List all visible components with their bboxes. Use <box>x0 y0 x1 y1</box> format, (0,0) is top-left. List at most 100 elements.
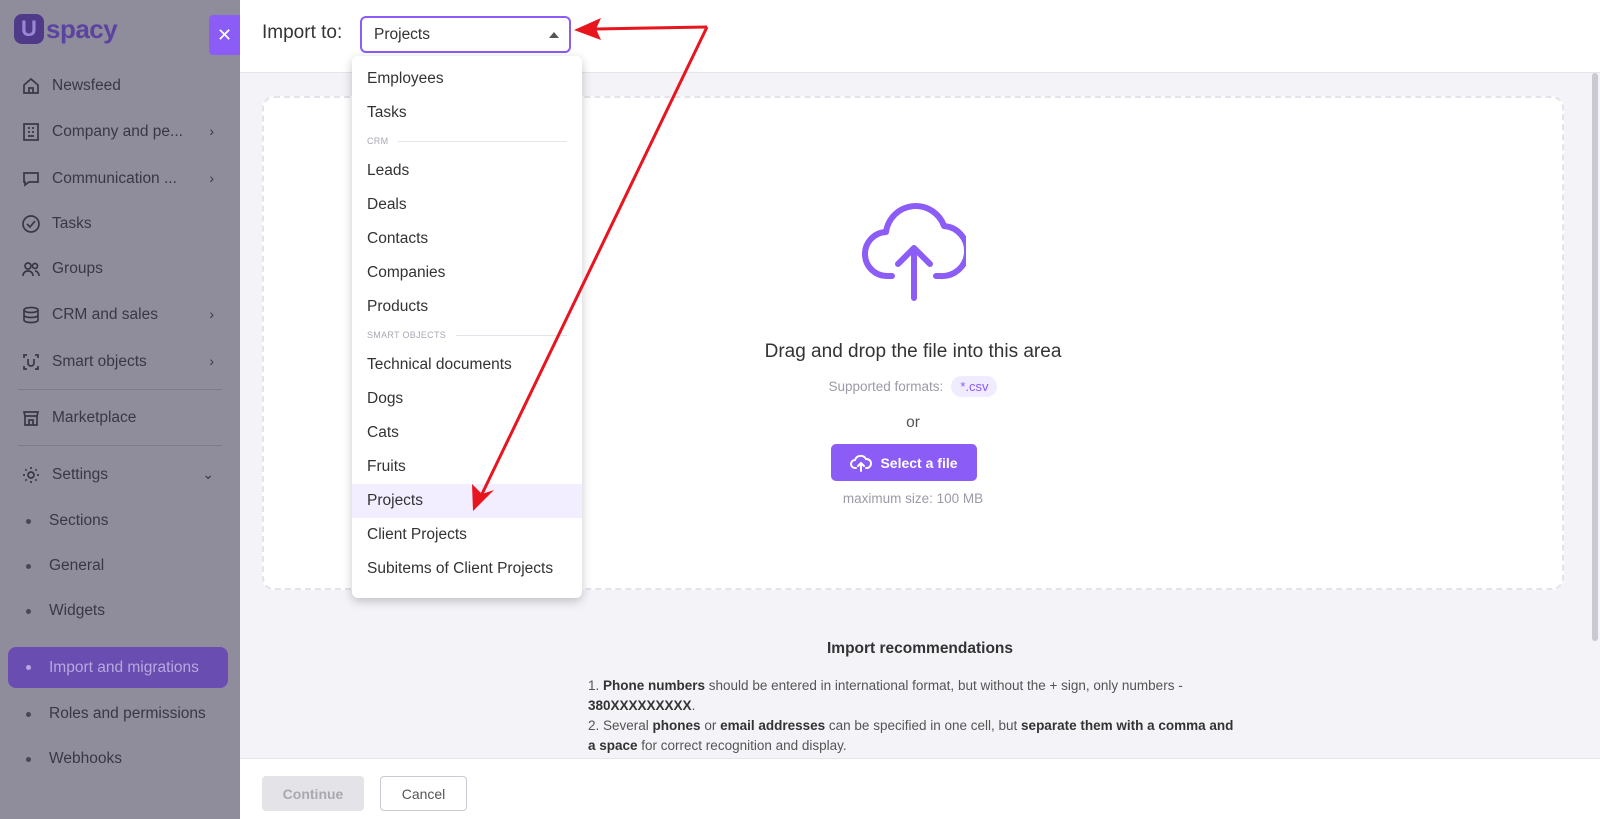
bullet <box>26 665 31 670</box>
bullet <box>26 518 31 524</box>
sidebar-item-communication[interactable]: Communication ... › <box>8 159 228 199</box>
rec-text: should be entered in international forma… <box>705 678 1183 693</box>
sidebar-item-label: Tasks <box>52 215 92 232</box>
sidebar-item-label: Company and pe... <box>52 123 183 140</box>
select-file-button[interactable]: Select a file <box>831 444 977 481</box>
store-icon <box>20 407 42 429</box>
upload-icon <box>850 454 873 472</box>
continue-button[interactable]: Continue <box>262 776 364 811</box>
sidebar-item-newsfeed[interactable]: Newsfeed <box>8 66 228 106</box>
sidebar-subitem-roles[interactable]: Roles and permissions <box>8 694 228 734</box>
group-label: CRM <box>367 136 389 146</box>
chevron-right-icon: › <box>209 306 214 322</box>
sidebar-item-label: CRM and sales <box>52 306 158 323</box>
import-target-dropdown: Employees Tasks CRM Leads Deals Contacts… <box>352 56 582 598</box>
sidebar-item-crm[interactable]: CRM and sales › <box>8 295 228 335</box>
sidebar-item-label: Marketplace <box>52 409 137 426</box>
recommendation-2: 2. Several phones or email addresses can… <box>588 716 1238 756</box>
sidebar-subitem-label: Import and migrations <box>49 658 199 676</box>
bullet <box>26 756 31 762</box>
dropdown-option[interactable]: Leads <box>352 154 582 188</box>
dropdown-option-selected[interactable]: Projects <box>352 484 582 518</box>
smart-object-icon <box>20 351 42 373</box>
sidebar-divider <box>18 445 222 446</box>
import-target-select[interactable]: Projects <box>360 16 571 53</box>
sidebar-subitem-label: Sections <box>49 512 109 529</box>
sidebar: U spacy Newsfeed Company and pe... › Com… <box>0 0 240 819</box>
dropdown-option[interactable]: Employees <box>352 62 582 96</box>
sidebar-subitem-webhooks[interactable]: Webhooks <box>8 739 228 779</box>
recommendations-title: Import recommendations <box>826 640 1014 657</box>
database-icon <box>20 304 42 326</box>
dropdown-option[interactable]: Client Projects <box>352 518 582 552</box>
rec-text: or <box>700 718 721 733</box>
dropdown-option[interactable]: Products <box>352 290 582 324</box>
rec-bold: Phone numbers <box>603 678 706 693</box>
select-value: Projects <box>374 26 430 43</box>
sidebar-item-label: Settings <box>52 466 109 483</box>
dropdown-option[interactable]: Cats <box>352 416 582 450</box>
sidebar-item-smart-objects[interactable]: Smart objects › <box>8 342 228 382</box>
recommendations-text: 1. Phone numbers should be entered in in… <box>588 676 1238 756</box>
bullet <box>26 711 31 717</box>
sidebar-subitem-label: Widgets <box>49 602 105 619</box>
sidebar-item-marketplace[interactable]: Marketplace <box>8 398 228 438</box>
dropdown-option[interactable]: Dogs <box>352 382 582 416</box>
home-icon <box>20 75 42 97</box>
sidebar-subitem-label: Roles and permissions <box>49 705 206 722</box>
scrollbar[interactable] <box>1592 73 1598 641</box>
users-icon <box>20 258 42 280</box>
sidebar-item-label: Communication ... <box>52 170 177 187</box>
bullet <box>26 563 31 569</box>
sidebar-subitem-label: General <box>49 557 105 574</box>
rec-text: 2. Several <box>588 718 653 733</box>
check-circle-icon <box>20 213 42 235</box>
sidebar-item-tasks[interactable]: Tasks <box>8 204 228 244</box>
logo-text: spacy <box>46 13 118 44</box>
cancel-button[interactable]: Cancel <box>380 776 467 811</box>
rec-bold: email addresses <box>720 718 826 733</box>
sidebar-item-company[interactable]: Company and pe... › <box>8 112 228 152</box>
dropdown-option[interactable]: Companies <box>352 256 582 290</box>
supported-formats-label: Supported formats: <box>828 379 944 394</box>
group-divider <box>398 140 567 142</box>
logo: U spacy <box>14 12 118 46</box>
dropdown-option[interactable]: Tasks <box>352 96 582 130</box>
building-icon <box>20 121 42 143</box>
rec-text: can be specified in one cell, but <box>825 718 1022 733</box>
sidebar-subitem-label: Webhooks <box>49 750 122 767</box>
sidebar-item-label: Groups <box>52 260 103 277</box>
sidebar-item-groups[interactable]: Groups <box>8 249 228 289</box>
chevron-down-icon: ⌄ <box>202 466 214 482</box>
sidebar-divider <box>18 389 222 390</box>
select-file-label: Select a file <box>880 454 958 471</box>
cloud-upload-icon <box>862 203 966 301</box>
sidebar-item-settings[interactable]: Settings ⌄ <box>8 455 228 495</box>
close-panel-button[interactable]: ✕ <box>209 15 240 55</box>
rec-bold: 380XXXXXXXXX <box>588 698 692 713</box>
dropdown-group-crm: CRM <box>367 135 567 147</box>
sidebar-subitem-import[interactable]: Import and migrations <box>8 647 228 688</box>
group-label: SMART OBJECTS <box>367 330 447 340</box>
sidebar-subitem-sections[interactable]: Sections <box>8 501 228 541</box>
bullet <box>26 608 31 614</box>
gear-icon <box>20 464 42 486</box>
close-icon: ✕ <box>216 24 233 45</box>
dropdown-option[interactable]: Contacts <box>352 222 582 256</box>
chevron-right-icon: › <box>209 170 214 186</box>
sidebar-subitem-widgets[interactable]: Widgets <box>8 591 228 631</box>
dropdown-option[interactable]: Fruits <box>352 450 582 484</box>
format-badge: *.csv <box>951 376 998 397</box>
chat-icon <box>20 168 42 190</box>
rec-bold: phones <box>652 718 701 733</box>
dropdown-option[interactable]: Subitems of Client Projects <box>352 552 582 586</box>
rec-text: for correct recognition and display. <box>637 738 847 753</box>
sidebar-item-label: Smart objects <box>52 353 147 370</box>
dropdown-group-smart-objects: SMART OBJECTS <box>367 329 567 341</box>
dropdown-option[interactable]: Technical documents <box>352 348 582 382</box>
sidebar-subitem-general[interactable]: General <box>8 546 228 586</box>
chevron-right-icon: › <box>209 123 214 139</box>
dropdown-option[interactable]: Deals <box>352 188 582 222</box>
import-to-label: Import to: <box>262 22 343 43</box>
panel-footer: Continue Cancel <box>240 758 1600 819</box>
